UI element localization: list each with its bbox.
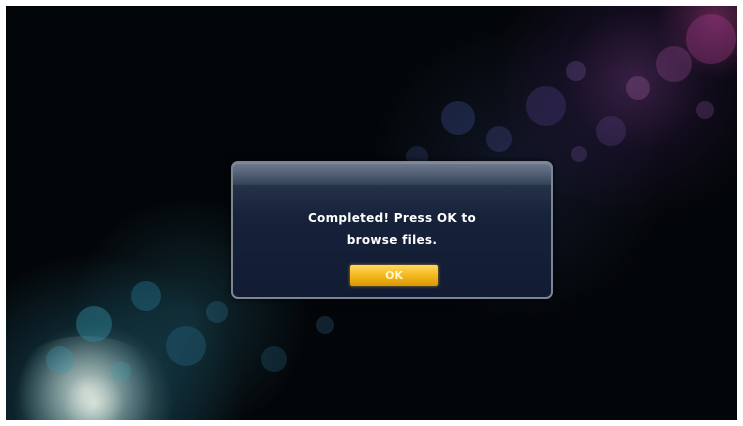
- bokeh-light: [46, 346, 74, 374]
- bokeh-light: [626, 76, 650, 100]
- bokeh-light: [696, 101, 714, 119]
- dialog-message-line-1: Completed! Press OK to: [307, 211, 477, 225]
- bokeh-light: [6, 336, 166, 420]
- bokeh-light: [526, 86, 566, 126]
- bokeh-light: [131, 281, 161, 311]
- dialog-message-line-2: browse files.: [346, 233, 438, 247]
- bokeh-light: [686, 14, 736, 64]
- bokeh-light: [76, 306, 112, 342]
- bokeh-light: [111, 361, 131, 381]
- bokeh-light: [261, 346, 287, 372]
- bokeh-light: [486, 126, 512, 152]
- completion-dialog: Completed! Press OK to browse files. OK: [231, 161, 553, 299]
- dialog-header-bar: [233, 163, 551, 185]
- dialog-message: Completed! Press OK to browse files.: [233, 207, 551, 251]
- ok-button[interactable]: OK: [350, 265, 438, 286]
- bokeh-light: [566, 61, 586, 81]
- bokeh-light: [316, 316, 334, 334]
- tv-screen: Completed! Press OK to browse files. OK: [6, 6, 737, 420]
- bokeh-light: [206, 301, 228, 323]
- bokeh-light: [166, 326, 206, 366]
- bokeh-light: [571, 146, 587, 162]
- bokeh-light: [441, 101, 475, 135]
- bokeh-light: [596, 116, 626, 146]
- bokeh-light: [656, 46, 692, 82]
